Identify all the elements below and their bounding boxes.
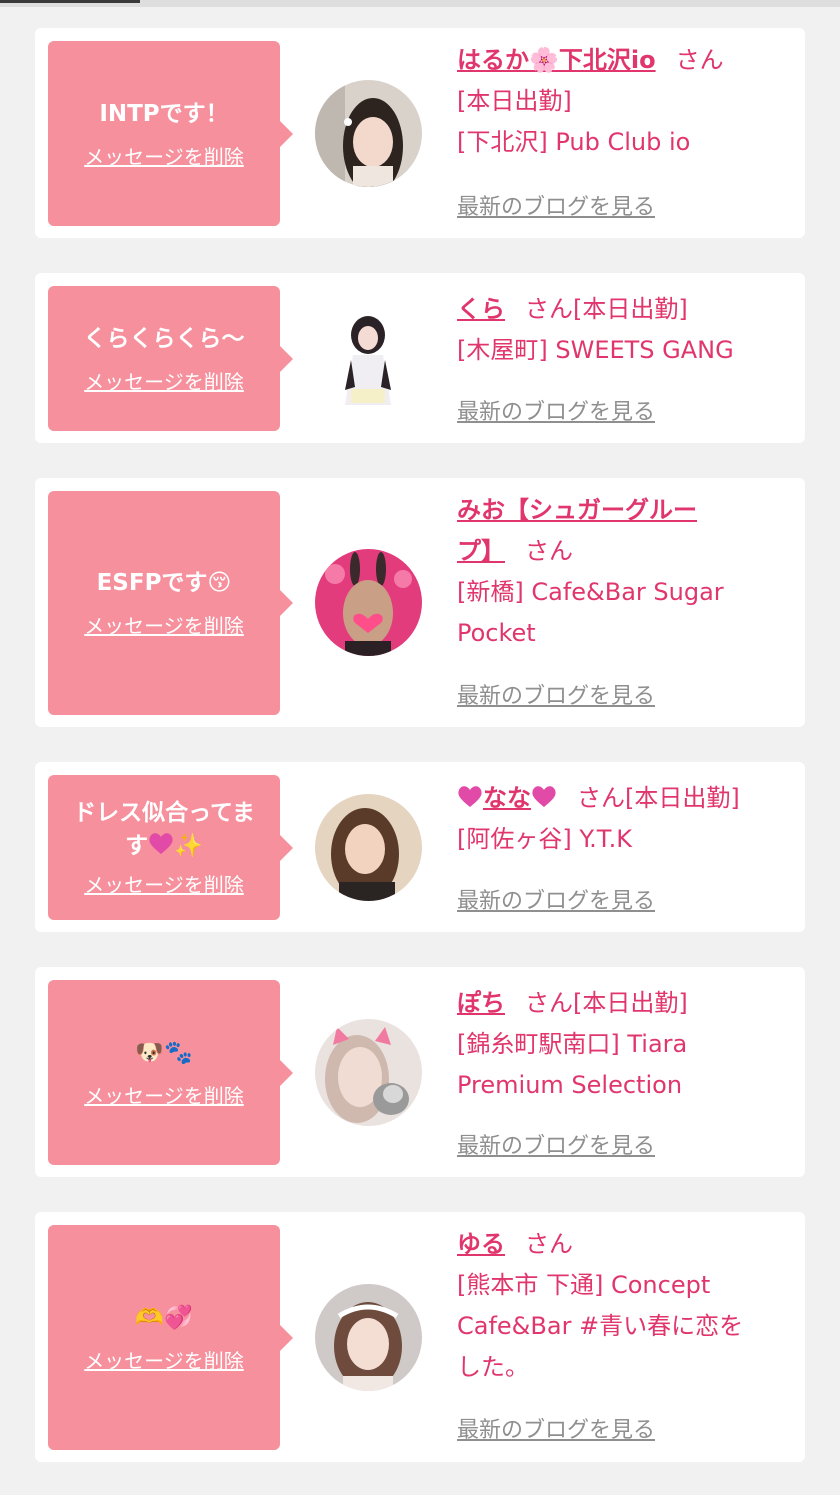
cast-name-link[interactable]: はるか🌸下北沢io bbox=[457, 46, 656, 74]
latest-blog-link[interactable]: 最新のブログを見る bbox=[457, 1128, 655, 1160]
cast-info: なな さん[本日出勤] [阿佐ヶ谷] Y.T.K bbox=[457, 778, 807, 860]
message-card: ESFPです😚 メッセージを削除 みお【シュガーグルー プ】 さん [新橋] Ca… bbox=[35, 478, 805, 727]
cast-info-line: Premium Selection bbox=[457, 1071, 683, 1099]
message-bubble: INTPです！ メッセージを削除 bbox=[48, 41, 293, 226]
heart-icon bbox=[458, 786, 482, 807]
latest-blog-link[interactable]: 最新のブログを見る bbox=[457, 189, 655, 221]
avatar[interactable] bbox=[315, 1284, 422, 1391]
delete-message-link[interactable]: メッセージを削除 bbox=[84, 1080, 244, 1109]
message-text: 🫶💞 bbox=[135, 1304, 193, 1331]
delete-message-link[interactable]: メッセージを削除 bbox=[84, 869, 244, 898]
cast-info: くら さん[本日出勤] [木屋町] SWEETS GANG bbox=[457, 289, 802, 371]
cast-name-link[interactable]: ゆる bbox=[457, 1230, 505, 1258]
cast-info-line: Cafe&Bar #青い春に恋を bbox=[457, 1312, 744, 1340]
cast-info-line: [熊本市 下通] Concept bbox=[457, 1271, 711, 1299]
message-text: INTPです！ bbox=[99, 100, 229, 127]
cast-info: ゆる さん [熊本市 下通] Concept Cafe&Bar #青い春に恋を し… bbox=[457, 1224, 802, 1388]
message-text: くらくらくら〜 bbox=[83, 325, 245, 352]
cast-name-link[interactable]: みお【シュガーグルー bbox=[457, 496, 697, 524]
delete-message-link[interactable]: メッセージを削除 bbox=[84, 610, 244, 639]
avatar[interactable] bbox=[315, 794, 422, 901]
message-text-line: ドレス似合ってま bbox=[73, 800, 255, 826]
delete-message-link[interactable]: メッセージを削除 bbox=[84, 141, 244, 170]
message-text-line: す bbox=[125, 833, 149, 859]
message-card: 🐶🐾 メッセージを削除 ぽち さん[本日出勤] [錦糸町駅南口] Tiara Pr… bbox=[35, 967, 805, 1177]
avatar[interactable] bbox=[315, 80, 422, 187]
cast-info-line: [下北沢] Pub Club io bbox=[457, 128, 691, 156]
honorific: さん bbox=[525, 1230, 573, 1258]
scroll-progress-fill bbox=[0, 0, 140, 3]
avatar[interactable] bbox=[315, 549, 422, 656]
attendance-status: [本日出勤] bbox=[573, 989, 688, 1017]
attendance-status: [本日出勤] bbox=[625, 784, 740, 812]
message-bubble: ESFPです😚 メッセージを削除 bbox=[48, 491, 293, 715]
cast-name-link[interactable]: なな bbox=[457, 784, 557, 812]
honorific: さん bbox=[525, 537, 573, 565]
message-card: ドレス似合ってます ✨ メッセージを削除 なな さん[本日出勤] [阿佐ヶ谷] Y.… bbox=[35, 762, 805, 932]
heart-icon bbox=[149, 833, 173, 854]
sparkles-icon: ✨ bbox=[174, 833, 203, 859]
cast-name-link[interactable]: ぽち bbox=[457, 989, 505, 1017]
latest-blog-link[interactable]: 最新のブログを見る bbox=[457, 883, 655, 915]
avatar[interactable] bbox=[315, 305, 422, 412]
heart-icon bbox=[532, 786, 556, 807]
delete-message-link[interactable]: メッセージを削除 bbox=[84, 1345, 244, 1374]
message-text: ドレス似合ってます ✨ bbox=[73, 797, 255, 863]
cast-info-line: した。 bbox=[457, 1353, 529, 1381]
message-bubble: 🫶💞 メッセージを削除 bbox=[48, 1225, 293, 1450]
cast-info-line: Pocket bbox=[457, 619, 536, 647]
message-card: INTPです！ メッセージを削除 はるか🌸下北沢io さん [本日出勤] [下北沢… bbox=[35, 28, 805, 238]
cast-name-link[interactable]: くら bbox=[457, 295, 505, 323]
cast-info: みお【シュガーグルー プ】 さん [新橋] Cafe&Bar Sugar Pock… bbox=[457, 490, 802, 654]
cast-info-line: [木屋町] SWEETS GANG bbox=[457, 336, 734, 364]
honorific: さん bbox=[525, 989, 573, 1017]
cast-info-line: [本日出勤] bbox=[457, 87, 572, 115]
avatar[interactable] bbox=[315, 1019, 422, 1126]
honorific: さん bbox=[525, 295, 573, 323]
cast-info-line: [錦糸町駅南口] Tiara bbox=[457, 1030, 688, 1058]
message-bubble: 🐶🐾 メッセージを削除 bbox=[48, 980, 293, 1165]
message-bubble: ドレス似合ってます ✨ メッセージを削除 bbox=[48, 775, 293, 920]
latest-blog-link[interactable]: 最新のブログを見る bbox=[457, 394, 655, 426]
delete-message-link[interactable]: メッセージを削除 bbox=[84, 366, 244, 395]
cast-name-link[interactable]: プ】 bbox=[457, 537, 505, 565]
cast-info-line: [阿佐ヶ谷] Y.T.K bbox=[457, 825, 632, 853]
honorific: さん bbox=[577, 784, 625, 812]
cast-info: はるか🌸下北沢io さん [本日出勤] [下北沢] Pub Club io bbox=[457, 40, 802, 163]
latest-blog-link[interactable]: 最新のブログを見る bbox=[457, 678, 655, 710]
message-text: ESFPです😚 bbox=[96, 570, 232, 596]
honorific: さん bbox=[675, 46, 724, 74]
latest-blog-link[interactable]: 最新のブログを見る bbox=[457, 1412, 655, 1444]
message-bubble: くらくらくら〜 メッセージを削除 bbox=[48, 286, 293, 431]
attendance-status: [本日出勤] bbox=[573, 295, 688, 323]
message-text: 🐶🐾 bbox=[135, 1039, 193, 1066]
message-card: 🫶💞 メッセージを削除 ゆる さん [熊本市 下通] Concept Cafe&B… bbox=[35, 1212, 805, 1462]
scroll-progress-bar bbox=[0, 0, 840, 7]
cast-info-line: [新橋] Cafe&Bar Sugar bbox=[457, 578, 724, 606]
message-card: くらくらくら〜 メッセージを削除 くら さん[本日出勤] [木屋町] SWEETS… bbox=[35, 273, 805, 443]
cast-name-text: なな bbox=[483, 784, 531, 812]
cast-info: ぽち さん[本日出勤] [錦糸町駅南口] Tiara Premium Select… bbox=[457, 983, 802, 1106]
